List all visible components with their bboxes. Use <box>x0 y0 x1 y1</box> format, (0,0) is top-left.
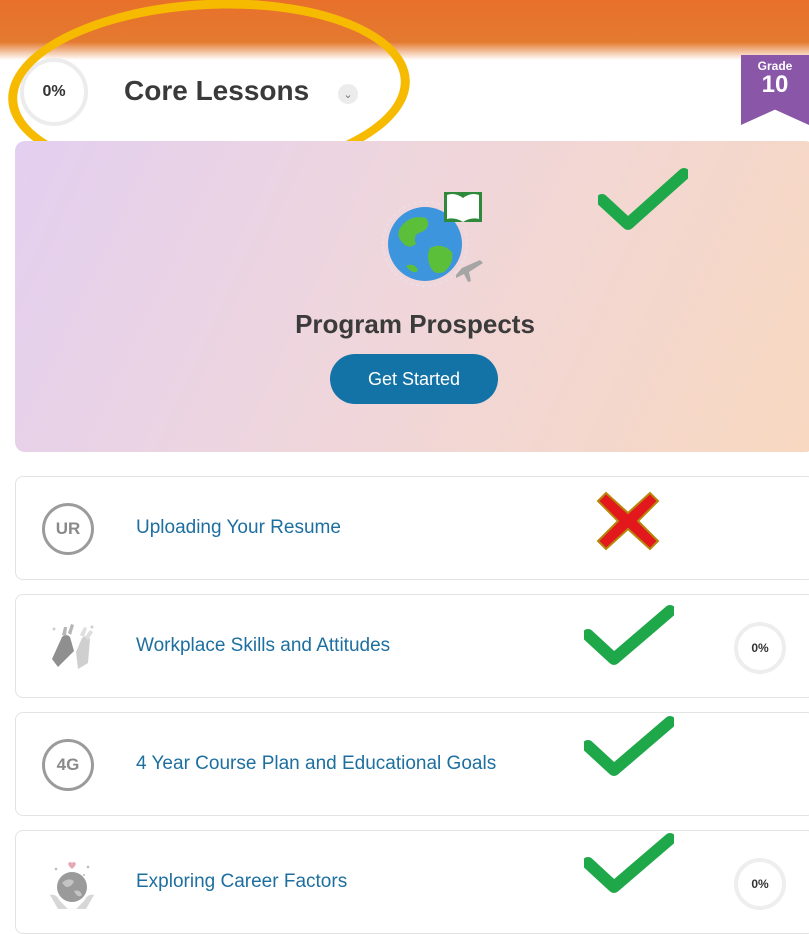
red-x-icon <box>596 491 660 551</box>
green-check-icon <box>584 605 674 665</box>
section-header: 0% Core Lessons ⌄ <box>0 55 809 135</box>
lesson-progress-ring: 0% <box>734 858 786 910</box>
green-check-icon <box>584 833 674 893</box>
featured-lesson-card[interactable]: Program Prospects Get Started <box>15 141 809 452</box>
get-started-button[interactable]: Get Started <box>330 354 498 404</box>
lesson-title-link[interactable]: Exploring Career Factors <box>136 871 347 893</box>
top-header-bar <box>0 0 809 60</box>
lesson-progress-value: 0% <box>751 877 769 891</box>
lesson-title-link[interactable]: Workplace Skills and Attitudes <box>136 635 390 657</box>
lesson-progress-ring: 0% <box>734 622 786 674</box>
lesson-initials-badge: 4G <box>42 739 94 791</box>
lesson-card-course-plan[interactable]: 4G 4 Year Course Plan and Educational Go… <box>15 712 809 816</box>
globe-book-airplane-icon <box>370 186 500 296</box>
section-title: Core Lessons <box>124 75 310 106</box>
lesson-initials-badge: UR <box>42 503 94 555</box>
lesson-title-link[interactable]: 4 Year Course Plan and Educational Goals <box>136 753 496 775</box>
lesson-title-link[interactable]: Uploading Your Resume <box>136 517 341 539</box>
overall-progress-value: 0% <box>42 83 66 100</box>
overall-progress-ring: 0% <box>20 58 88 126</box>
lesson-card-career-factors[interactable]: Exploring Career Factors 0% <box>15 830 809 934</box>
chevron-down-icon[interactable]: ⌄ <box>338 84 358 104</box>
lesson-progress-value: 0% <box>751 641 769 655</box>
high-five-hands-icon <box>44 619 100 675</box>
green-check-icon <box>584 716 674 776</box>
grade-number: 10 <box>761 71 789 98</box>
hands-globe-heart-icon <box>44 855 100 911</box>
green-check-icon <box>598 168 688 230</box>
lesson-card-uploading-resume[interactable]: UR Uploading Your Resume <box>15 476 809 580</box>
lesson-card-workplace-skills[interactable]: Workplace Skills and Attitudes 0% <box>15 594 809 698</box>
featured-lesson-title: Program Prospects <box>295 309 535 339</box>
